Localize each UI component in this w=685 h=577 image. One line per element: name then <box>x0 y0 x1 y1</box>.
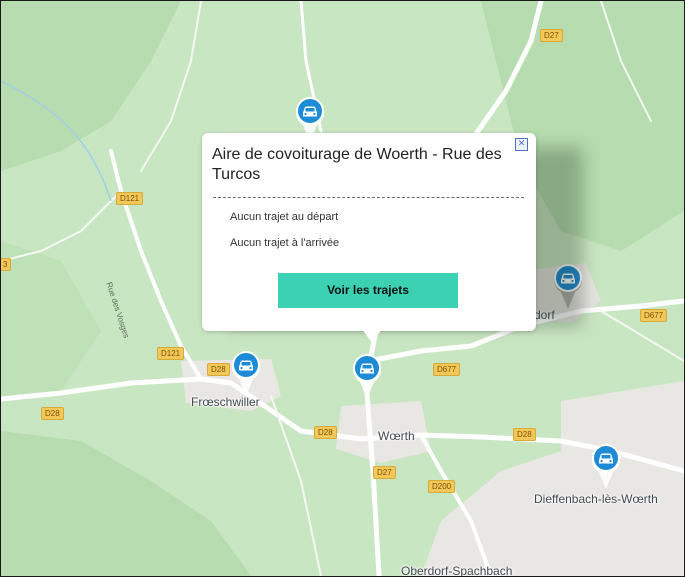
map-frame: D27 D121 D121 D28 D28 D28 D28 D677 D677 … <box>0 0 685 577</box>
road-label-d28-east: D28 <box>513 428 536 441</box>
carpool-marker-froeschwiller[interactable] <box>230 349 262 397</box>
road-label-d200: D200 <box>428 480 456 493</box>
road-label-d28-pin: D28 <box>207 363 230 376</box>
road-label-d121-south: D121 <box>157 347 185 360</box>
carpool-marker-woerth[interactable] <box>351 352 383 400</box>
road-label-d28-west: D28 <box>41 407 64 420</box>
place-label-woerth: Wœrth <box>378 429 415 443</box>
road-label-edge: 3 <box>1 258 12 271</box>
popup-divider <box>213 197 524 198</box>
road-label-d677-center: D677 <box>433 363 461 376</box>
popup-title: Aire de covoiturage de Woerth - Rue des … <box>212 146 502 183</box>
place-label-dieffenbach: Dieffenbach-lès-Wœrth <box>534 492 658 506</box>
place-label-froeschwiller: Frœschwiller <box>191 395 260 409</box>
voir-trajets-button[interactable]: Voir les trajets <box>278 273 458 308</box>
road-label-d27-south: D27 <box>373 466 396 479</box>
info-popup: Aire de covoiturage de Woerth - Rue des … <box>202 133 536 343</box>
departures-status: Aucun trajet au départ <box>230 211 339 223</box>
road-label-d28-center: D28 <box>314 426 337 439</box>
place-label-oberdorf: Oberdorf-Spachbach <box>401 564 513 577</box>
car-icon <box>232 351 260 396</box>
car-icon <box>592 444 620 489</box>
road-label-d677-east: D677 <box>640 309 668 322</box>
road-label-d27-north: D27 <box>540 29 563 42</box>
carpool-marker-dieffenbach[interactable] <box>590 442 622 490</box>
road-label-d121-west: D121 <box>116 192 144 205</box>
car-icon <box>353 354 381 399</box>
close-icon[interactable]: ✕ <box>515 138 528 151</box>
arrivals-status: Aucun trajet à l'arrivée <box>230 237 340 249</box>
popup-tail <box>362 329 382 343</box>
